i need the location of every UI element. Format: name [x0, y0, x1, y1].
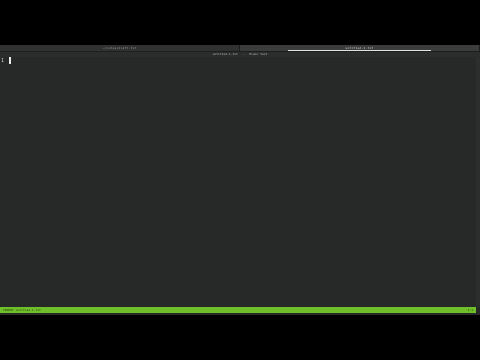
- title-file: untitled-1.txt: [212, 52, 238, 56]
- text-cursor: [9, 57, 11, 64]
- editor-area[interactable]: 1: [0, 57, 476, 307]
- status-left: INSERT untitled-1.txt: [3, 308, 41, 312]
- status-right: 1:1: [467, 308, 473, 312]
- title-mode: Plain Text: [249, 52, 268, 56]
- status-bar: INSERT untitled-1.txt 1:1: [0, 307, 476, 313]
- tab-draft[interactable]: ~/notes/draft.txt: [0, 45, 240, 51]
- tab-bar: ~/notes/draft.txt untitled-1.txt: [0, 45, 480, 52]
- terminal-editor-window: ~/notes/draft.txt untitled-1.txt untitle…: [0, 45, 480, 315]
- tab-untitled[interactable]: untitled-1.txt: [240, 45, 480, 51]
- title-separator: —: [242, 52, 245, 56]
- line-number: 1: [1, 58, 5, 64]
- vertical-scrollbar[interactable]: [476, 57, 480, 307]
